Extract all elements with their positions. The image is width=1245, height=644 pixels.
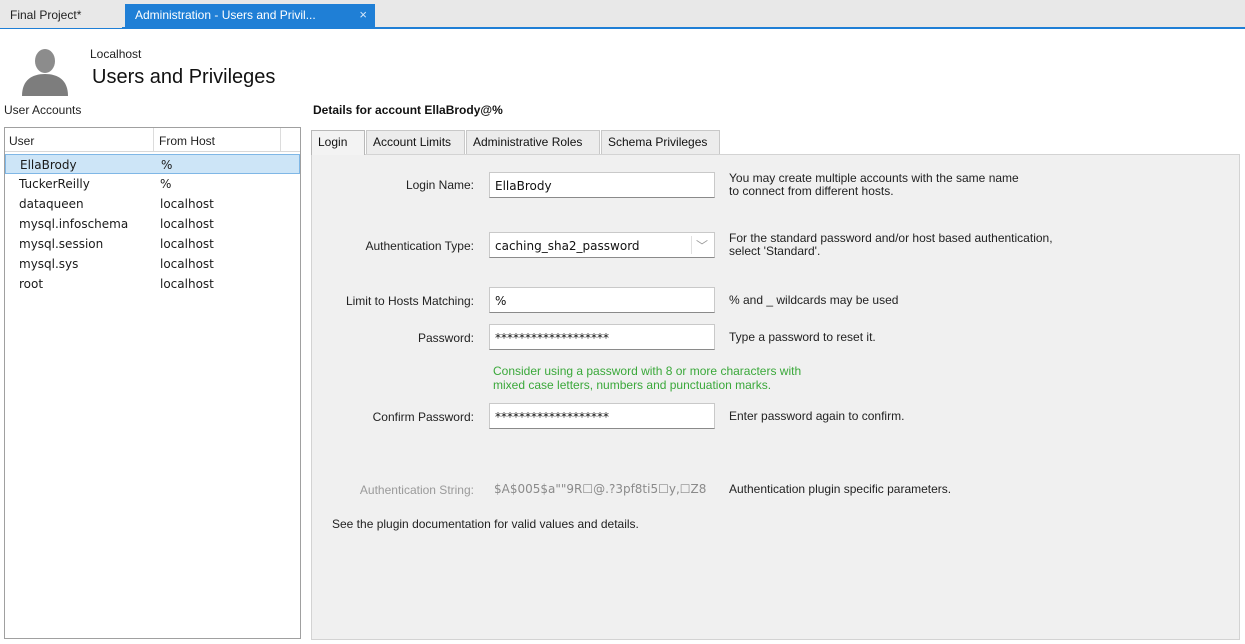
server-host-label: Localhost xyxy=(90,47,142,61)
row-host: localhost xyxy=(160,197,214,211)
row-user: mysql.sys xyxy=(19,257,79,271)
auth-type-value: caching_sha2_password xyxy=(495,239,640,253)
password-strength-hint: Consider using a password with 8 or more… xyxy=(493,364,801,392)
auth-string-field: $A$005$a""9R☐@.?3pf8ti5☐y,☐Z8 xyxy=(489,476,715,502)
host-match-help: % and _ wildcards may be used xyxy=(729,293,899,307)
account-details-title: Details for account EllaBrody@% xyxy=(313,103,503,117)
close-icon[interactable]: × xyxy=(359,4,367,26)
tab-final-project-label: Final Project* xyxy=(10,8,82,22)
document-tab-strip: Final Project* Administration - Users an… xyxy=(0,0,1245,29)
table-row[interactable]: TuckerReilly % xyxy=(5,174,300,194)
confirm-password-help: Enter password again to confirm. xyxy=(729,409,905,423)
table-row[interactable]: EllaBrody % xyxy=(5,154,300,174)
login-name-label: Login Name: xyxy=(405,178,474,192)
chevron-down-icon[interactable]: ﹀ xyxy=(696,237,708,254)
row-user: root xyxy=(19,277,44,291)
user-avatar-icon xyxy=(22,49,68,96)
row-host: localhost xyxy=(160,217,214,231)
table-row[interactable]: mysql.session localhost xyxy=(5,234,300,254)
password-field[interactable]: ******************* xyxy=(489,324,715,350)
password-help: Type a password to reset it. xyxy=(729,330,876,344)
row-user: dataqueen xyxy=(19,197,84,211)
row-host: % xyxy=(160,177,172,191)
table-row[interactable]: dataqueen localhost xyxy=(5,194,300,214)
row-host: localhost xyxy=(160,277,214,291)
tab-final-project[interactable]: Final Project* xyxy=(0,4,122,28)
tab-administrative-roles[interactable]: Administrative Roles xyxy=(466,130,600,154)
password-hint-line1: Consider using a password with 8 or more… xyxy=(493,364,802,378)
column-header-from-host[interactable]: From Host xyxy=(159,134,215,148)
host-match-label: Limit to Hosts Matching: xyxy=(345,294,474,308)
column-divider[interactable] xyxy=(280,128,281,151)
row-user: EllaBrody xyxy=(20,158,77,172)
list-header: User From Host xyxy=(5,128,300,152)
tab-schema-privileges[interactable]: Schema Privileges xyxy=(601,130,720,154)
auth-string-label: Authentication String: xyxy=(359,483,474,497)
auth-type-label: Authentication Type: xyxy=(365,239,474,253)
user-accounts-heading: User Accounts xyxy=(4,103,82,117)
row-host: localhost xyxy=(160,257,214,271)
user-accounts-list[interactable]: User From Host EllaBrody % TuckerReilly … xyxy=(4,127,301,639)
password-hint-line2: mixed case letters, numbers and punctuat… xyxy=(493,378,772,392)
tab-administration-users[interactable]: Administration - Users and Privil... × xyxy=(125,4,375,28)
confirm-password-label: Confirm Password: xyxy=(372,410,474,424)
login-name-help: You may create multiple accounts with th… xyxy=(729,172,1019,198)
row-user: mysql.infoschema xyxy=(19,217,129,231)
table-row[interactable]: mysql.infoschema localhost xyxy=(5,214,300,234)
confirm-password-field[interactable]: ******************* xyxy=(489,403,715,429)
password-label: Password: xyxy=(417,331,474,345)
row-host: localhost xyxy=(160,237,214,251)
auth-string-help: Authentication plugin specific parameter… xyxy=(729,482,952,496)
page-title: Users and Privileges xyxy=(92,66,276,88)
tab-account-limits[interactable]: Account Limits xyxy=(366,130,465,154)
row-user: mysql.session xyxy=(19,237,104,251)
login-name-field[interactable]: EllaBrody xyxy=(489,172,715,198)
auth-type-select[interactable]: caching_sha2_password ﹀ xyxy=(489,232,715,258)
login-name-help-line2: to connect from different hosts. xyxy=(729,184,894,198)
tab-administration-label: Administration - Users and Privil... xyxy=(135,8,316,22)
select-divider xyxy=(691,236,692,254)
table-row[interactable]: mysql.sys localhost xyxy=(5,254,300,274)
column-divider[interactable] xyxy=(153,128,154,151)
table-row[interactable]: root localhost xyxy=(5,274,300,294)
host-match-field[interactable]: % xyxy=(489,287,715,313)
auth-type-help: For the standard password and/or host ba… xyxy=(729,232,1053,258)
plugin-documentation-note: See the plugin documentation for valid v… xyxy=(332,517,639,531)
row-host: % xyxy=(161,158,173,172)
auth-type-help-line2: select 'Standard'. xyxy=(729,244,821,258)
column-header-user[interactable]: User xyxy=(9,134,34,148)
tab-login[interactable]: Login xyxy=(311,130,365,155)
row-user: TuckerReilly xyxy=(19,177,90,191)
login-tab-panel xyxy=(311,154,1240,640)
